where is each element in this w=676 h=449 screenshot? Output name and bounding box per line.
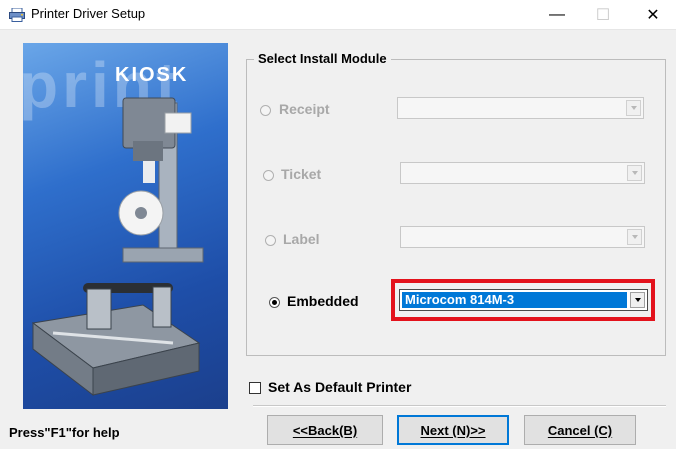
receipt-radio	[260, 105, 271, 116]
minimize-button[interactable]: —	[534, 0, 580, 30]
default-printer-checkbox[interactable]	[249, 382, 261, 394]
close-button[interactable]: ✕	[630, 0, 676, 30]
embedded-printer-illustration	[31, 283, 201, 397]
back-button[interactable]: <<Back(B)	[267, 415, 383, 445]
title-bar: Printer Driver Setup — ☐ ✕	[0, 0, 676, 30]
help-hint: Press"F1"for help	[9, 425, 120, 440]
chevron-down-icon	[627, 165, 642, 181]
selection-highlight-box	[391, 279, 655, 321]
maximize-icon: ☐	[595, 7, 611, 24]
receipt-label: Receipt	[279, 101, 330, 117]
minimize-icon: —	[549, 6, 565, 23]
cancel-button[interactable]: Cancel (C)	[524, 415, 636, 445]
embedded-label[interactable]: Embedded	[287, 293, 359, 309]
label-option-label: Label	[283, 231, 320, 247]
kiosk-printer-illustration	[118, 97, 204, 263]
kiosk-banner-image: print KIOSK	[23, 43, 228, 409]
chevron-down-icon	[626, 100, 641, 116]
printer-icon	[9, 8, 25, 22]
maximize-button: ☐	[580, 0, 626, 30]
window-title: Printer Driver Setup	[31, 6, 146, 21]
ticket-dropdown	[400, 162, 645, 184]
label-radio	[265, 235, 276, 246]
default-printer-label[interactable]: Set As Default Printer	[268, 379, 411, 395]
chevron-down-icon	[627, 229, 642, 245]
label-dropdown	[400, 226, 645, 248]
close-icon: ✕	[646, 7, 660, 24]
ticket-radio	[263, 170, 274, 181]
group-title: Select Install Module	[254, 51, 391, 66]
next-button[interactable]: Next (N)>>	[397, 415, 509, 445]
receipt-dropdown	[397, 97, 644, 119]
embedded-radio[interactable]	[269, 297, 280, 308]
ticket-label: Ticket	[281, 166, 322, 182]
button-divider	[253, 405, 666, 407]
banner-brand: KIOSK	[115, 64, 188, 86]
